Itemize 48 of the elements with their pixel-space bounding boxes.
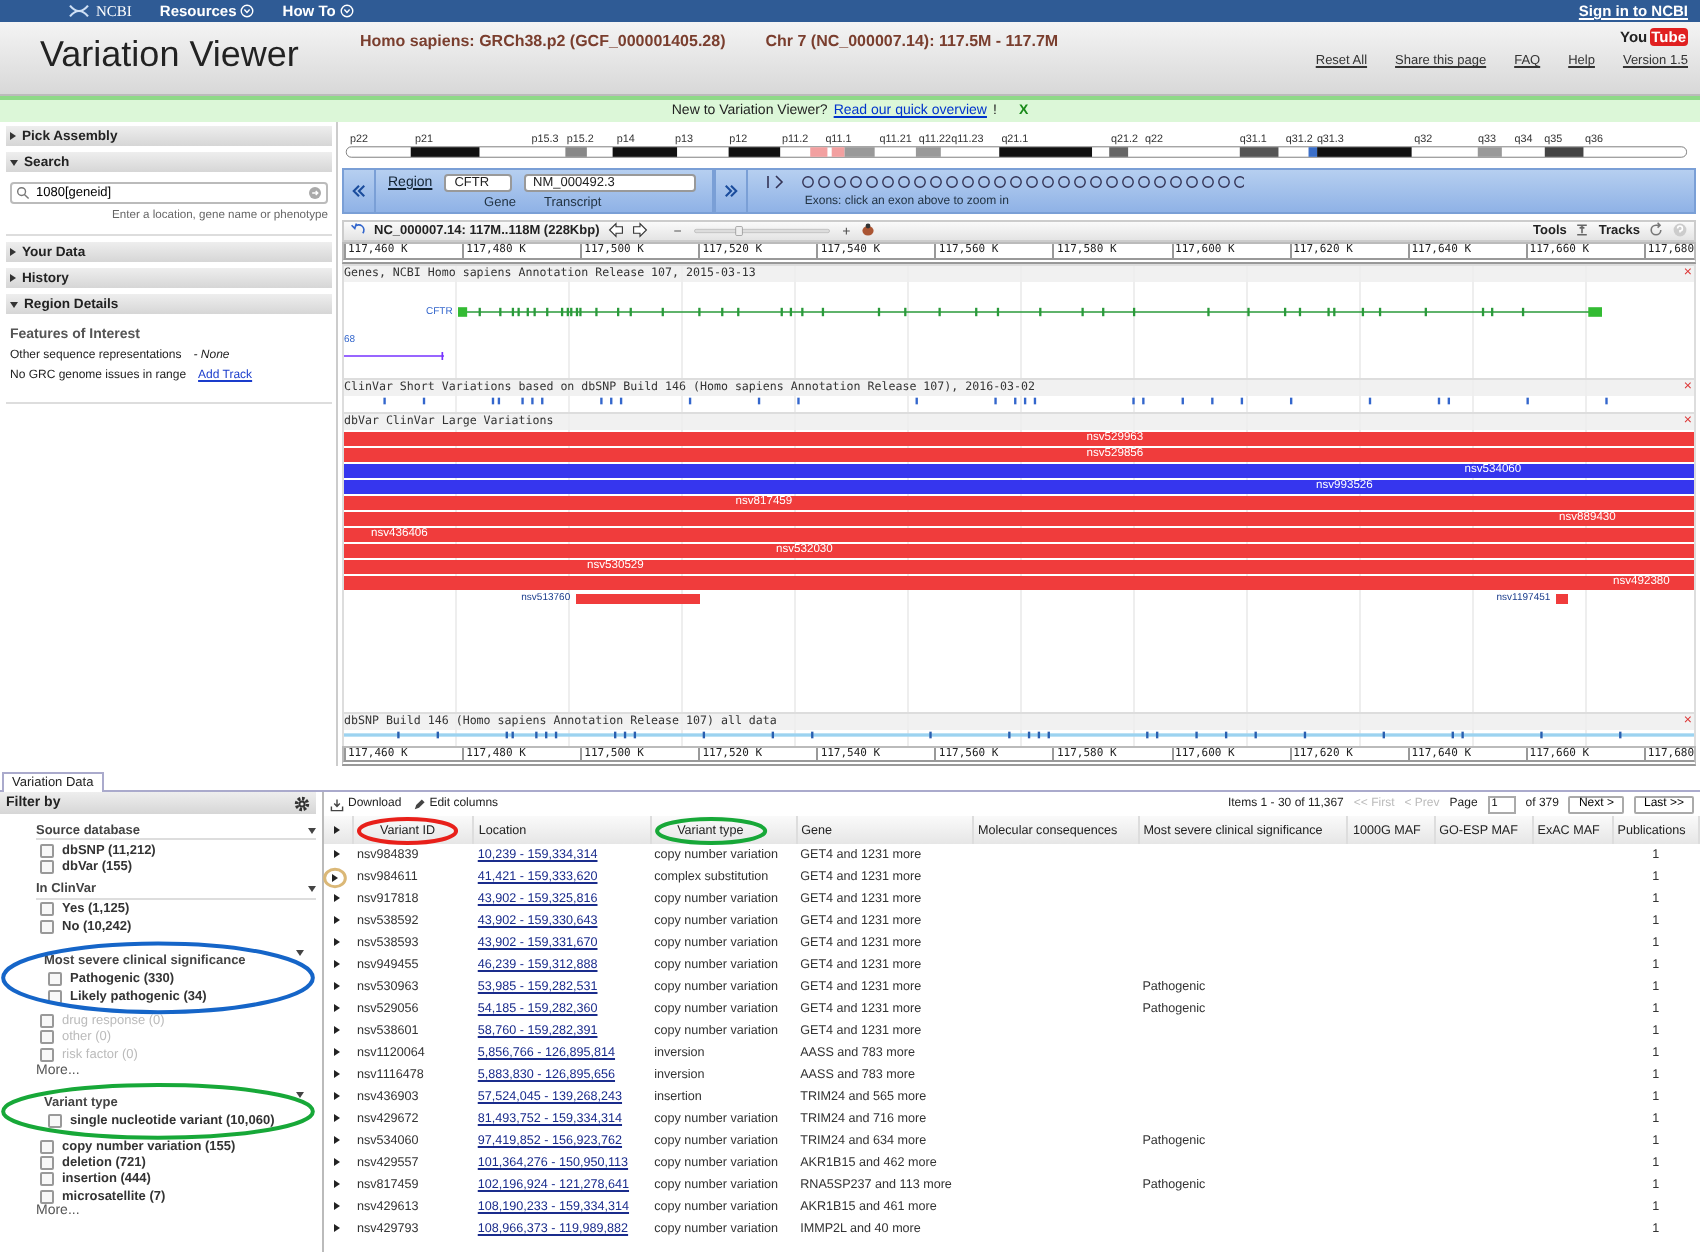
expand-row-icon[interactable] <box>334 938 340 946</box>
variation-bar[interactable] <box>1556 593 1568 604</box>
expand-row-icon[interactable] <box>334 1202 340 1210</box>
download-icon <box>330 797 344 811</box>
expand-row-icon[interactable] <box>334 1180 340 1188</box>
expand-row-icon[interactable] <box>334 1004 340 1012</box>
caret-icon[interactable] <box>296 949 304 956</box>
bug-icon[interactable] <box>859 222 876 239</box>
back-icon[interactable] <box>350 222 366 239</box>
app-title: Variation Viewer <box>38 32 301 78</box>
dropdown-icon <box>339 4 354 18</box>
expand-row-icon[interactable] <box>334 1048 340 1056</box>
expand-row-icon[interactable] <box>334 1026 340 1034</box>
caret-icon[interactable] <box>296 1091 304 1098</box>
expand-all-icon[interactable] <box>334 825 340 833</box>
expand-row-icon[interactable] <box>334 1158 340 1166</box>
pencil-icon <box>411 797 426 811</box>
collapse-icon[interactable] <box>352 183 366 198</box>
region-label: Chr 7 (NC_000007.14): 117.5M - 117.7M <box>765 32 1059 50</box>
assembly-label: Homo sapiens: GRCh38.p2 (GCF_000001405.28) <box>360 32 726 50</box>
exon-circles-drawing[interactable] <box>764 173 1245 190</box>
gene-model-drawing[interactable] <box>458 305 1602 318</box>
expand-row-icon[interactable] <box>334 982 340 990</box>
expand-row-icon[interactable] <box>334 1114 340 1122</box>
expand-row-icon[interactable] <box>334 1070 340 1078</box>
caret-icon[interactable] <box>308 827 316 833</box>
caret-icon[interactable] <box>308 886 316 893</box>
right-arrow-icon[interactable] <box>631 222 648 239</box>
helix-icon <box>68 2 90 20</box>
refresh-icon[interactable] <box>1648 222 1664 239</box>
expand-row-icon[interactable] <box>334 850 340 858</box>
variation-bar[interactable] <box>576 593 701 604</box>
zoom-slider[interactable] <box>671 223 852 238</box>
collapse-tracks-icon[interactable] <box>1574 222 1591 239</box>
expand-row-icon[interactable] <box>334 916 340 924</box>
expand-row-icon[interactable] <box>334 1224 340 1232</box>
settings-icon[interactable] <box>294 795 310 811</box>
expand-row-icon[interactable] <box>334 894 340 902</box>
expand-row-icon[interactable] <box>334 1136 340 1144</box>
expand-row-icon[interactable] <box>332 873 338 881</box>
dropdown-icon <box>240 4 255 18</box>
expand-icon[interactable] <box>724 183 739 198</box>
expand-row-icon[interactable] <box>334 960 340 968</box>
snp-density-drawing[interactable] <box>344 729 1694 740</box>
search-icon <box>16 186 30 200</box>
transcript-drawing[interactable] <box>344 351 444 360</box>
left-arrow-icon[interactable] <box>607 222 624 239</box>
expand-row-icon[interactable] <box>334 1092 340 1100</box>
